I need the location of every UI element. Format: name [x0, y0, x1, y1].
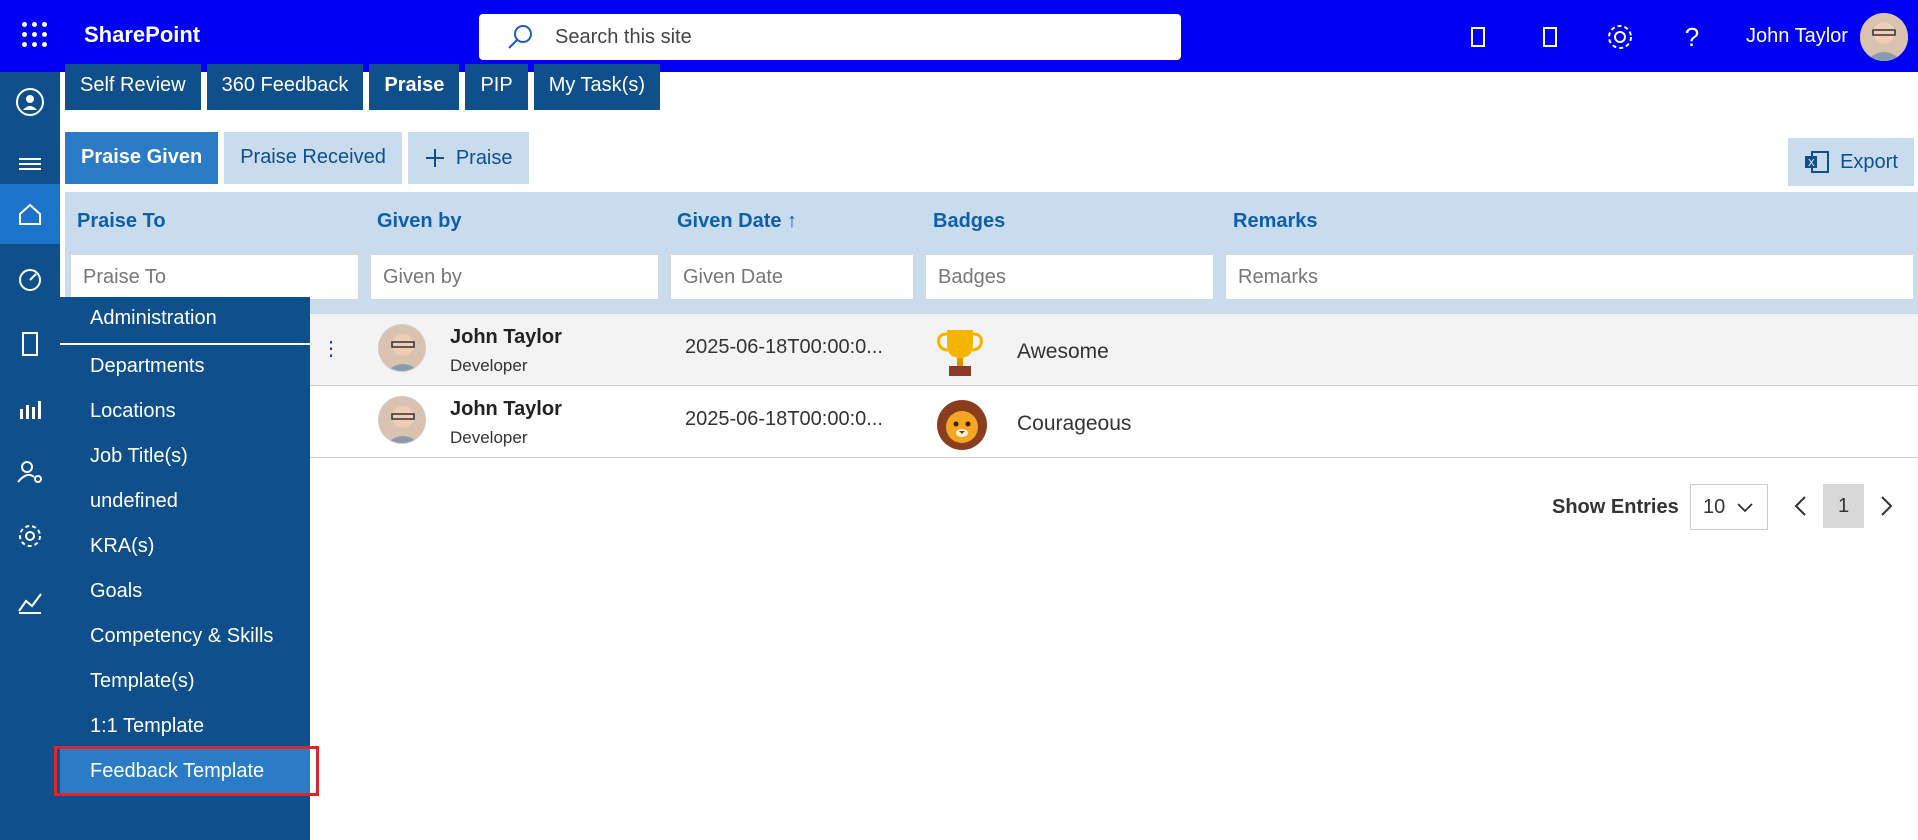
- menu-item-goals[interactable]: Goals: [90, 580, 142, 603]
- user-avatar[interactable]: [1860, 13, 1908, 61]
- column-given-date[interactable]: Given Date ↑: [677, 210, 797, 233]
- praise-to-filter[interactable]: Praise To: [70, 254, 359, 300]
- praise-given-tab[interactable]: Praise Given: [65, 132, 219, 184]
- menu-item-competency-skills[interactable]: Competency & Skills: [90, 625, 273, 648]
- export-label: Export: [1840, 150, 1898, 173]
- chevron-down-icon: [1737, 503, 1753, 513]
- top-bar: SharePoint Search this site ? John Taylo…: [0, 0, 1918, 72]
- menu-item-kras[interactable]: KRA(s): [90, 535, 154, 558]
- menu-item-locations[interactable]: Locations: [90, 400, 176, 423]
- trophy-icon: [935, 326, 985, 380]
- menu-item-undefined[interactable]: undefined: [90, 490, 178, 513]
- notes-icon[interactable]: [0, 314, 60, 374]
- table-row[interactable]: ⋮ John Taylor Developer 2025-06-18T00:00…: [65, 314, 1918, 386]
- excel-icon: X: [1805, 151, 1830, 173]
- given-date: 2025-06-18T00:00:0...: [685, 336, 883, 358]
- trend-chart-icon[interactable]: [0, 572, 60, 632]
- page-size-value: 10: [1703, 495, 1726, 518]
- home-icon[interactable]: [0, 184, 60, 244]
- tab-my-tasks[interactable]: My Task(s): [533, 64, 660, 110]
- page-number-button[interactable]: 1: [1823, 484, 1864, 528]
- given-by-role: Developer: [450, 428, 528, 447]
- add-praise-button[interactable]: Praise: [407, 132, 529, 184]
- tab-360-feedback[interactable]: 360 Feedback: [206, 64, 364, 110]
- user-settings-icon[interactable]: [0, 442, 60, 502]
- export-button[interactable]: X Export: [1788, 138, 1914, 186]
- given-date-filter[interactable]: Given Date: [670, 254, 914, 300]
- grid-header: Praise To Given by Given Date ↑ Badges R…: [65, 192, 1918, 314]
- table-row[interactable]: John Taylor Developer 2025-06-18T00:00:0…: [65, 386, 1918, 458]
- profile-circle-icon[interactable]: [0, 72, 60, 132]
- next-page-icon[interactable]: [1866, 484, 1906, 528]
- menu-item-job-titles[interactable]: Job Title(s): [90, 445, 188, 468]
- tab-praise[interactable]: Praise: [369, 64, 460, 110]
- column-praise-to[interactable]: Praise To: [77, 210, 166, 233]
- document-icon[interactable]: [1534, 20, 1566, 54]
- praise-received-tab[interactable]: Praise Received: [224, 132, 402, 184]
- row-menu-icon[interactable]: ⋮: [321, 336, 341, 361]
- site-brand[interactable]: SharePoint: [84, 22, 200, 48]
- given-by-role: Developer: [450, 356, 528, 375]
- search-icon: [508, 25, 532, 49]
- praise-subtabs: Praise Given Praise Received Praise: [65, 132, 529, 184]
- dashboard-gauge-icon[interactable]: [0, 250, 60, 310]
- plus-icon: [425, 149, 444, 167]
- given-by-name: John Taylor: [450, 326, 562, 348]
- previous-page-icon[interactable]: [1781, 484, 1821, 528]
- menu-item-one-on-one-template[interactable]: 1:1 Template: [90, 715, 204, 738]
- column-remarks[interactable]: Remarks: [1233, 210, 1318, 233]
- given-date: 2025-06-18T00:00:0...: [685, 408, 883, 430]
- flyout-header-label[interactable]: Administration: [90, 307, 217, 330]
- analytics-bars-icon[interactable]: [0, 378, 60, 438]
- page-size-select[interactable]: 10: [1690, 484, 1768, 530]
- column-badges[interactable]: Badges: [933, 210, 1005, 233]
- notebook-icon[interactable]: [1462, 20, 1494, 54]
- show-entries-label: Show Entries: [1552, 496, 1679, 518]
- given-by-filter[interactable]: Given by: [370, 254, 659, 300]
- badges-filter[interactable]: Badges: [925, 254, 1214, 300]
- add-praise-label: Praise: [455, 146, 513, 169]
- highlight-outline: [54, 746, 319, 796]
- menu-item-templates[interactable]: Template(s): [90, 670, 194, 693]
- tab-pip[interactable]: PIP: [465, 64, 528, 110]
- search-placeholder: Search this site: [555, 25, 692, 48]
- badge-label: Courageous: [1017, 412, 1132, 435]
- settings-icon[interactable]: [0, 506, 60, 566]
- tab-self-review[interactable]: Self Review: [65, 64, 201, 110]
- svg-text:X: X: [1808, 158, 1815, 169]
- column-given-by[interactable]: Given by: [377, 210, 461, 233]
- lion-icon: [935, 398, 989, 452]
- search-box[interactable]: Search this site: [479, 14, 1181, 60]
- user-name[interactable]: John Taylor: [1746, 25, 1848, 48]
- left-nav-rail: [0, 72, 60, 840]
- given-by-name: John Taylor: [450, 398, 562, 420]
- help-icon[interactable]: ?: [1676, 20, 1708, 54]
- app-launcher-icon[interactable]: [22, 22, 48, 48]
- menu-item-departments[interactable]: Departments: [90, 355, 205, 378]
- remarks-filter[interactable]: Remarks: [1225, 254, 1914, 300]
- avatar: [378, 396, 426, 444]
- main-tabs: Self Review 360 Feedback Praise PIP My T…: [65, 64, 660, 110]
- settings-gear-icon[interactable]: [1604, 20, 1636, 54]
- badge-label: Awesome: [1017, 340, 1109, 363]
- avatar: [378, 324, 426, 372]
